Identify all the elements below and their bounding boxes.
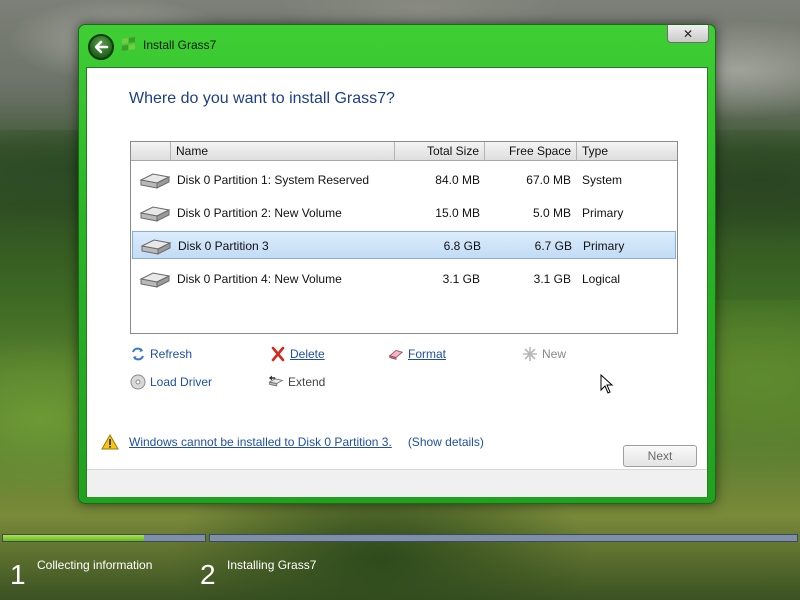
setup-progress [0, 532, 800, 542]
partition-free-space: 67.0 MB [526, 173, 571, 187]
install-warning: Windows cannot be installed to Disk 0 Pa… [101, 434, 484, 450]
step-label: Collecting information [37, 558, 153, 572]
step-number: 1 [10, 559, 26, 590]
close-icon: ✕ [682, 26, 694, 41]
show-details-link[interactable]: (Show details) [408, 435, 484, 449]
warning-icon [101, 434, 119, 450]
partition-free-space: 5.0 MB [532, 206, 571, 220]
partition-total-size: 3.1 GB [442, 272, 480, 286]
partition-table: Name Total Size Free Space Type Disk 0 P… [130, 141, 678, 334]
partition-name: Disk 0 Partition 3 [178, 239, 269, 253]
progress-fill [3, 535, 145, 541]
partition-type: Primary [583, 239, 625, 253]
table-header: Name Total Size Free Space Type [131, 142, 677, 161]
content-panel: Where do you want to install Grass7? Nam… [86, 67, 708, 497]
warning-message: Windows cannot be installed to Disk 0 Pa… [129, 435, 392, 449]
disc-icon [130, 374, 146, 390]
partition-total-size: 15.0 MB [435, 206, 480, 220]
hard-disk-icon [139, 272, 171, 288]
partition-type: System [582, 173, 623, 187]
partition-free-space: 3.1 GB [533, 272, 571, 286]
step-number: 2 [200, 559, 216, 590]
format-link[interactable]: Format [388, 346, 446, 362]
partition-name: Disk 0 Partition 1: System Reserved [177, 173, 370, 187]
close-button[interactable]: ✕ [667, 25, 709, 43]
column-header-free-space[interactable]: Free Space [485, 142, 577, 161]
delete-icon [270, 346, 286, 362]
extend-label: Extend [288, 375, 326, 389]
column-header-type[interactable]: Type [577, 142, 677, 161]
installer-window: Install Grass7 ✕ Where do you want to in… [78, 24, 716, 504]
next-button[interactable]: Next [623, 445, 697, 467]
table-row[interactable]: Disk 0 Partition 4: New Volume 3.1 GB 3.… [132, 265, 676, 293]
refresh-link[interactable]: Refresh [130, 346, 192, 362]
page-heading: Where do you want to install Grass7? [129, 90, 395, 107]
installer-logo-icon [122, 37, 135, 51]
back-arrow-icon [94, 40, 109, 54]
partition-type: Logical [582, 272, 621, 286]
column-header-name[interactable]: Name [171, 142, 395, 161]
footer-bar [87, 470, 707, 497]
step-label: Installing Grass7 [227, 558, 317, 572]
back-button[interactable] [88, 34, 114, 60]
table-row[interactable]: Disk 0 Partition 2: New Volume 15.0 MB 5… [132, 199, 676, 227]
partition-type: Primary [582, 206, 624, 220]
column-header-icon [131, 142, 171, 161]
format-label: Format [408, 347, 447, 361]
eraser-icon [388, 346, 404, 362]
partition-total-size: 6.8 GB [443, 239, 481, 253]
hard-disk-icon [139, 173, 171, 189]
new-link[interactable]: New [522, 346, 566, 362]
delete-link[interactable]: Delete [270, 346, 325, 362]
table-row-selected[interactable]: Disk 0 Partition 3 6.8 GB 6.7 GB Primary [132, 231, 676, 259]
progress-segment-collecting [2, 534, 206, 542]
partition-free-space: 6.7 GB [534, 239, 572, 253]
title-bar: Install Grass7 ✕ [79, 25, 715, 67]
table-row[interactable]: Disk 0 Partition 1: System Reserved 84.0… [132, 166, 676, 194]
column-header-total-size[interactable]: Total Size [395, 142, 485, 161]
hard-disk-icon [139, 206, 171, 222]
load-driver-link[interactable]: Load Driver [130, 374, 212, 390]
mouse-cursor-icon [600, 374, 614, 394]
sparkle-icon [522, 346, 538, 362]
new-label: New [542, 347, 567, 361]
load-driver-label: Load Driver [150, 375, 213, 389]
partition-name: Disk 0 Partition 4: New Volume [177, 272, 342, 286]
window-title: Install Grass7 [143, 38, 217, 52]
extend-link[interactable]: Extend [268, 374, 325, 390]
partition-name: Disk 0 Partition 2: New Volume [177, 206, 342, 220]
progress-segment-installing [209, 534, 798, 542]
hard-disk-icon [140, 239, 172, 255]
extend-icon [268, 374, 284, 390]
refresh-label: Refresh [150, 347, 193, 361]
delete-label: Delete [290, 347, 325, 361]
partition-total-size: 84.0 MB [435, 173, 480, 187]
refresh-icon [130, 346, 146, 362]
